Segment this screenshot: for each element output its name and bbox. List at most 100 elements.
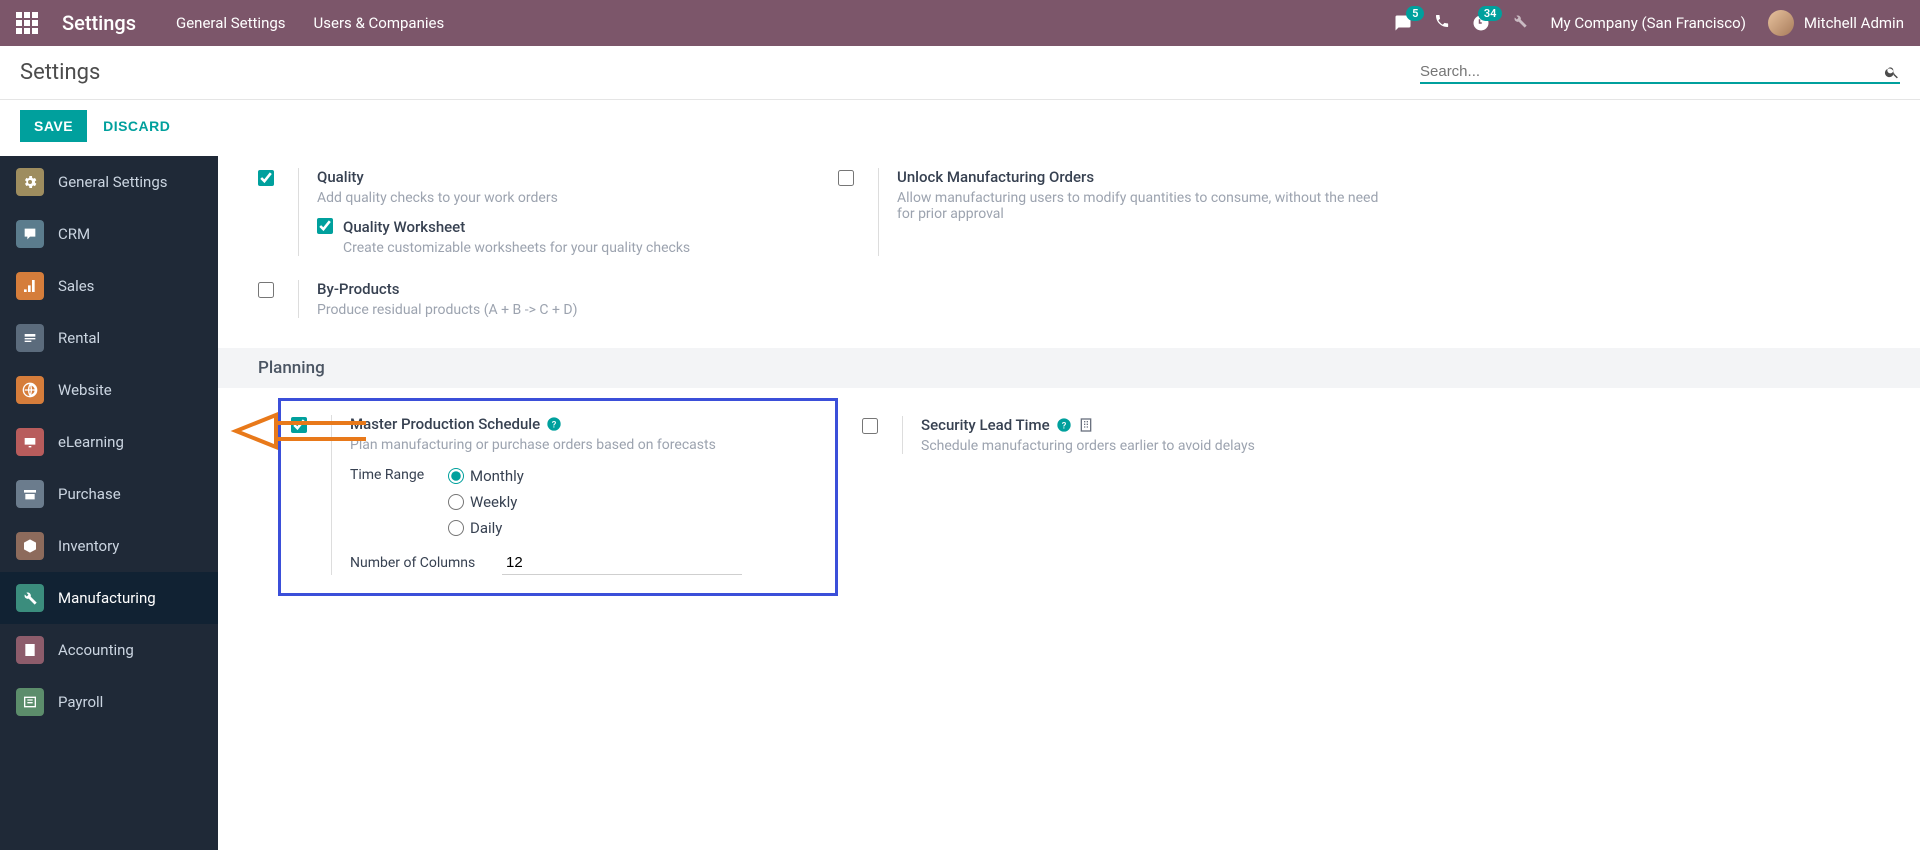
- gear-icon: [16, 168, 44, 196]
- main-area: General Settings CRM Sales Rental Websit…: [0, 156, 1920, 850]
- mps-checkbox[interactable]: [291, 417, 307, 433]
- accounting-icon: [16, 636, 44, 664]
- sidebar-item-accounting[interactable]: Accounting: [0, 624, 218, 676]
- setting-quality: Quality Add quality checks to your work …: [248, 160, 828, 264]
- building-icon[interactable]: [1078, 417, 1094, 433]
- sec-lead-checkbox[interactable]: [862, 418, 878, 434]
- messages-badge: 5: [1406, 6, 1424, 21]
- radio-daily[interactable]: Daily: [448, 519, 524, 537]
- setting-title: Unlock Manufacturing Orders: [897, 168, 1398, 186]
- radio-weekly[interactable]: Weekly: [448, 493, 524, 511]
- sidebar-item-label: eLearning: [58, 433, 124, 451]
- sidebar-item-sales[interactable]: Sales: [0, 260, 218, 312]
- wrench-icon: [16, 584, 44, 612]
- sidebar-item-purchase[interactable]: Purchase: [0, 468, 218, 520]
- rental-icon: [16, 324, 44, 352]
- button-row: SAVE DISCARD: [0, 100, 1920, 156]
- purchase-icon: [16, 480, 44, 508]
- control-panel: Settings: [0, 46, 1920, 100]
- breadcrumb: Settings: [20, 60, 100, 85]
- sidebar-item-label: Payroll: [58, 693, 103, 711]
- time-range-label: Time Range: [350, 467, 436, 483]
- phone-icon[interactable]: [1434, 13, 1450, 33]
- user-menu[interactable]: Mitchell Admin: [1768, 10, 1904, 36]
- quality-worksheet-checkbox[interactable]: [317, 218, 333, 234]
- nav-general-settings[interactable]: General Settings: [176, 14, 286, 32]
- setting-byproducts: By-Products Produce residual products (A…: [248, 272, 828, 326]
- payroll-icon: [16, 688, 44, 716]
- radio-monthly[interactable]: Monthly: [448, 467, 524, 485]
- setting-unlock-mo: Unlock Manufacturing Orders Allow manufa…: [828, 160, 1408, 264]
- quality-checkbox[interactable]: [258, 170, 274, 186]
- sidebar-item-general[interactable]: General Settings: [0, 156, 218, 208]
- setting-title: Quality: [317, 168, 818, 186]
- setting-desc: Add quality checks to your work orders: [317, 190, 818, 206]
- tools-icon[interactable]: [1512, 13, 1528, 33]
- mps-highlight: Master Production Schedule ? Plan manufa…: [278, 398, 838, 596]
- sidebar-item-label: Accounting: [58, 641, 134, 659]
- time-range-group: Monthly Weekly Daily: [448, 467, 524, 537]
- setting-mps: Master Production Schedule ? Plan manufa…: [281, 401, 835, 593]
- avatar-icon: [1768, 10, 1794, 36]
- sidebar-item-label: Manufacturing: [58, 589, 156, 607]
- sidebar-item-label: Sales: [58, 277, 94, 295]
- company-selector[interactable]: My Company (San Francisco): [1550, 14, 1745, 32]
- search-box[interactable]: [1420, 61, 1900, 84]
- sales-icon: [16, 272, 44, 300]
- elearning-icon: [16, 428, 44, 456]
- sidebar-item-label: Rental: [58, 329, 100, 347]
- sidebar-item-inventory[interactable]: Inventory: [0, 520, 218, 572]
- crm-icon: [16, 220, 44, 248]
- systray: 5 34 My Company (San Francisco) Mitchell…: [1394, 10, 1904, 36]
- apps-menu-icon[interactable]: [16, 12, 38, 34]
- user-name: Mitchell Admin: [1804, 14, 1904, 32]
- nav-menu: General Settings Users & Companies: [176, 14, 444, 32]
- settings-content: Quality Add quality checks to your work …: [218, 156, 1920, 850]
- sidebar-item-manufacturing[interactable]: Manufacturing: [0, 572, 218, 624]
- setting-title: Master Production Schedule ?: [350, 415, 825, 433]
- sidebar-item-elearning[interactable]: eLearning: [0, 416, 218, 468]
- activities-badge: 34: [1478, 6, 1503, 21]
- settings-sidebar: General Settings CRM Sales Rental Websit…: [0, 156, 218, 850]
- discard-button[interactable]: DISCARD: [103, 118, 170, 134]
- num-cols-input[interactable]: [502, 551, 742, 575]
- inventory-icon: [16, 532, 44, 560]
- sidebar-item-website[interactable]: Website: [0, 364, 218, 416]
- globe-icon: [16, 376, 44, 404]
- setting-security-lead: Security Lead Time ? Schedule manufactur…: [852, 408, 1432, 462]
- num-cols-label: Number of Columns: [350, 555, 490, 571]
- unlock-mo-checkbox[interactable]: [838, 170, 854, 186]
- search-input[interactable]: [1420, 63, 1876, 80]
- sidebar-item-label: Inventory: [58, 537, 119, 555]
- mps-title-text: Master Production Schedule: [350, 415, 540, 433]
- sidebar-item-rental[interactable]: Rental: [0, 312, 218, 364]
- nav-users-companies[interactable]: Users & Companies: [314, 14, 445, 32]
- sidebar-item-payroll[interactable]: Payroll: [0, 676, 218, 728]
- byproducts-checkbox[interactable]: [258, 282, 274, 298]
- sec-lead-title-text: Security Lead Time: [921, 416, 1050, 434]
- sidebar-item-label: CRM: [58, 225, 90, 243]
- svg-text:?: ?: [1061, 420, 1066, 431]
- save-button[interactable]: SAVE: [20, 110, 87, 142]
- sidebar-item-crm[interactable]: CRM: [0, 208, 218, 260]
- topbar: Settings General Settings Users & Compan…: [0, 0, 1920, 46]
- help-icon[interactable]: ?: [1056, 417, 1072, 433]
- setting-desc: Schedule manufacturing orders earlier to…: [921, 438, 1422, 454]
- svg-text:?: ?: [552, 419, 557, 430]
- sidebar-item-label: General Settings: [58, 173, 168, 191]
- setting-title: Security Lead Time ?: [921, 416, 1422, 434]
- setting-title: Quality Worksheet: [343, 218, 690, 236]
- setting-desc: Plan manufacturing or purchase orders ba…: [350, 437, 825, 453]
- setting-desc: Produce residual products (A + B -> C + …: [317, 302, 818, 318]
- app-title: Settings: [62, 11, 136, 35]
- sidebar-item-label: Website: [58, 381, 112, 399]
- section-header-planning: Planning: [218, 348, 1920, 388]
- activities-icon[interactable]: 34: [1472, 14, 1490, 32]
- setting-title: By-Products: [317, 280, 818, 298]
- search-icon[interactable]: [1884, 64, 1900, 80]
- setting-desc: Create customizable worksheets for your …: [343, 240, 690, 256]
- setting-desc: Allow manufacturing users to modify quan…: [897, 190, 1398, 222]
- help-icon[interactable]: ?: [546, 416, 562, 432]
- messages-icon[interactable]: 5: [1394, 14, 1412, 32]
- sidebar-item-label: Purchase: [58, 485, 121, 503]
